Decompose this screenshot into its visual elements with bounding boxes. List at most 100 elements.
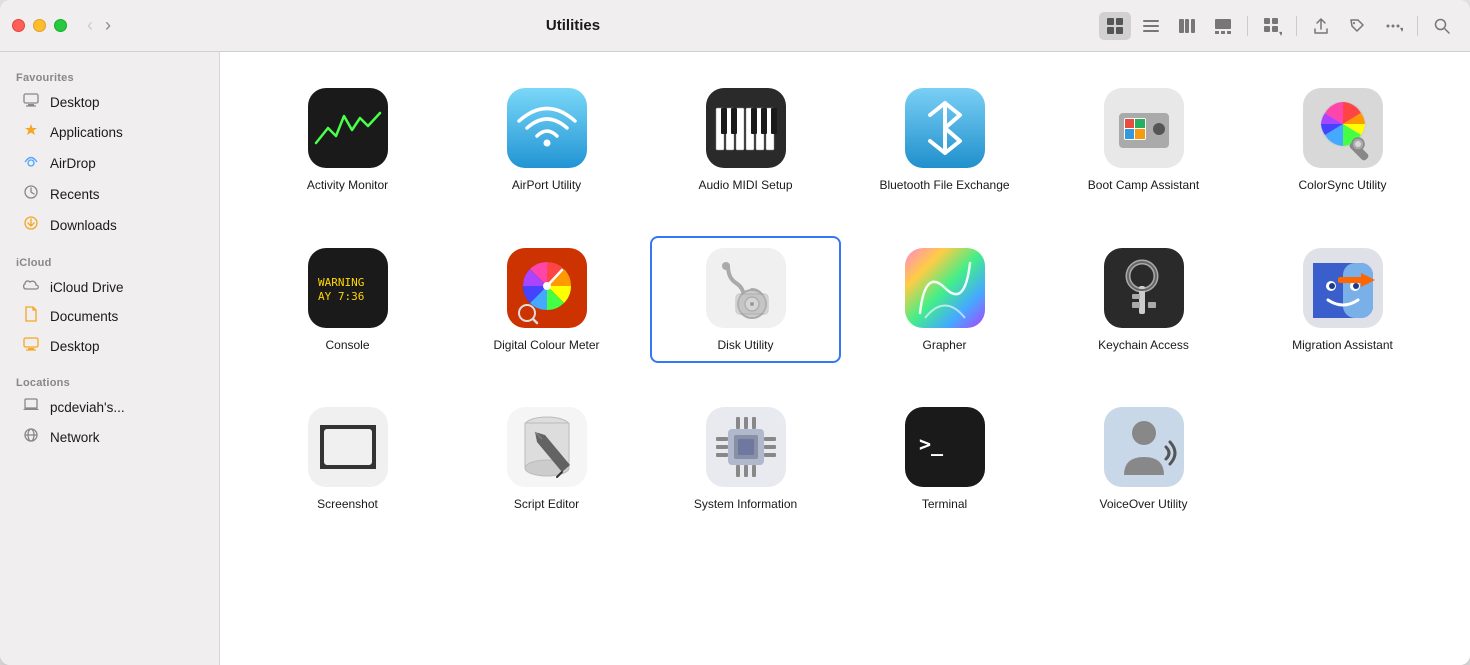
- sidebar-item-label: iCloud Drive: [50, 280, 124, 295]
- app-label-voiceover: VoiceOver Utility: [1099, 497, 1187, 513]
- sidebar-item-icloud-drive[interactable]: iCloud Drive: [6, 273, 213, 301]
- network-icon: [22, 427, 40, 448]
- app-icon-digital-colour: [507, 248, 587, 328]
- divider-1: [1247, 16, 1248, 36]
- airdrop-icon: [22, 153, 40, 174]
- app-item-voiceover[interactable]: VoiceOver Utility: [1048, 395, 1239, 523]
- quick-actions-button[interactable]: ▾: [1256, 12, 1288, 40]
- grid-icon: [1105, 16, 1125, 36]
- tag-icon: [1347, 16, 1367, 36]
- app-icon-colorsync: [1303, 88, 1383, 168]
- app-item-airport-utility[interactable]: AirPort Utility: [451, 76, 642, 204]
- recents-icon: [22, 184, 40, 205]
- app-item-screenshot[interactable]: Screenshot: [252, 395, 443, 523]
- sidebar-item-label: Applications: [50, 125, 123, 140]
- share-icon: [1311, 16, 1331, 36]
- app-icon-airport-utility: [507, 88, 587, 168]
- app-item-grapher[interactable]: Grapher: [849, 236, 1040, 364]
- view-gallery-button[interactable]: [1207, 12, 1239, 40]
- app-item-migration-assistant[interactable]: Migration Assistant: [1247, 236, 1438, 364]
- sidebar-item-documents[interactable]: Documents: [6, 301, 213, 332]
- app-icon-script-editor: [507, 407, 587, 487]
- sidebar-item-label: pcdeviah's...: [50, 400, 125, 415]
- divider-2: [1296, 16, 1297, 36]
- finder-window: ‹ › Utilities: [0, 0, 1470, 665]
- more-icon: ▾: [1383, 16, 1403, 36]
- app-item-audio-midi[interactable]: Audio MIDI Setup: [650, 76, 841, 204]
- app-item-digital-colour[interactable]: Digital Colour Meter: [451, 236, 642, 364]
- app-label-airport-utility: AirPort Utility: [512, 178, 581, 194]
- app-icon-disk-utility: [706, 248, 786, 328]
- sidebar-item-applications[interactable]: Applications: [6, 117, 213, 148]
- sidebar-item-label: Desktop: [50, 95, 100, 110]
- app-label-console: Console: [325, 338, 369, 354]
- app-label-colorsync: ColorSync Utility: [1298, 178, 1386, 194]
- list-icon: [1141, 16, 1161, 36]
- sidebar-item-downloads[interactable]: Downloads: [6, 210, 213, 241]
- downloads-icon: [22, 215, 40, 236]
- applications-icon: [22, 122, 40, 143]
- sidebar-item-label: Desktop: [50, 339, 100, 354]
- app-item-console[interactable]: WARNING AY 7:36 Console: [252, 236, 443, 364]
- app-icon-screenshot: [308, 407, 388, 487]
- sidebar-item-desktop[interactable]: Desktop: [6, 88, 213, 117]
- app-item-terminal[interactable]: >_ Terminal: [849, 395, 1040, 523]
- icloud-drive-icon: [22, 278, 40, 296]
- search-button[interactable]: [1426, 12, 1458, 40]
- titlebar: ‹ › Utilities: [0, 0, 1470, 52]
- svg-text:▾: ▾: [1279, 29, 1282, 36]
- app-label-digital-colour: Digital Colour Meter: [493, 338, 599, 354]
- laptop-icon: [22, 398, 40, 417]
- documents-icon: [22, 306, 40, 327]
- app-item-disk-utility[interactable]: Disk Utility: [650, 236, 841, 364]
- sidebar-item-label: Downloads: [50, 218, 117, 233]
- app-label-disk-utility: Disk Utility: [718, 338, 774, 354]
- tag-button[interactable]: [1341, 12, 1373, 40]
- app-icon-audio-midi: [706, 88, 786, 168]
- sidebar-item-desktop-icloud[interactable]: Desktop: [6, 332, 213, 361]
- sidebar-item-airdrop[interactable]: AirDrop: [6, 148, 213, 179]
- sidebar-item-label: Network: [50, 430, 100, 445]
- sidebar-item-network[interactable]: Network: [6, 422, 213, 453]
- app-label-audio-midi: Audio MIDI Setup: [698, 178, 792, 194]
- svg-text:>_: >_: [919, 432, 944, 456]
- share-button[interactable]: [1305, 12, 1337, 40]
- sidebar-section-locations: Locations: [0, 369, 219, 393]
- app-icon-terminal: >_: [905, 407, 985, 487]
- toolbar: ▾ ▾: [1099, 12, 1458, 40]
- gallery-icon: [1213, 16, 1233, 36]
- app-item-colorsync[interactable]: ColorSync Utility: [1247, 76, 1438, 204]
- view-grid-button[interactable]: [1099, 12, 1131, 40]
- app-label-grapher: Grapher: [922, 338, 966, 354]
- app-item-keychain-access[interactable]: Keychain Access: [1048, 236, 1239, 364]
- app-item-boot-camp[interactable]: Boot Camp Assistant: [1048, 76, 1239, 204]
- app-icon-system-information: [706, 407, 786, 487]
- view-list-button[interactable]: [1135, 12, 1167, 40]
- search-icon: [1432, 16, 1452, 36]
- app-label-screenshot: Screenshot: [317, 497, 378, 513]
- app-label-script-editor: Script Editor: [514, 497, 579, 513]
- view-columns-button[interactable]: [1171, 12, 1203, 40]
- sidebar-item-pcdeviah[interactable]: pcdeviah's...: [6, 393, 213, 422]
- minimize-button[interactable]: [33, 19, 46, 32]
- desktop-icon: [22, 93, 40, 112]
- more-button[interactable]: ▾: [1377, 12, 1409, 40]
- app-icon-grapher: [905, 248, 985, 328]
- app-item-bluetooth-file[interactable]: Bluetooth File Exchange: [849, 76, 1040, 204]
- app-icon-boot-camp: [1104, 88, 1184, 168]
- app-label-migration-assistant: Migration Assistant: [1292, 338, 1393, 354]
- sidebar-item-label: Recents: [50, 187, 100, 202]
- columns-icon: [1177, 16, 1197, 36]
- sidebar-item-recents[interactable]: Recents: [6, 179, 213, 210]
- app-icon-activity-monitor: [308, 88, 388, 168]
- svg-text:▾: ▾: [1400, 25, 1403, 34]
- app-item-activity-monitor[interactable]: Activity Monitor: [252, 76, 443, 204]
- sidebar-section-icloud: iCloud: [0, 249, 219, 273]
- app-label-bluetooth-file: Bluetooth File Exchange: [879, 178, 1009, 194]
- close-button[interactable]: [12, 19, 25, 32]
- app-item-system-information[interactable]: System Information: [650, 395, 841, 523]
- app-label-activity-monitor: Activity Monitor: [307, 178, 388, 194]
- app-icon-migration-assistant: [1303, 248, 1383, 328]
- app-item-script-editor[interactable]: Script Editor: [451, 395, 642, 523]
- app-label-keychain-access: Keychain Access: [1098, 338, 1189, 354]
